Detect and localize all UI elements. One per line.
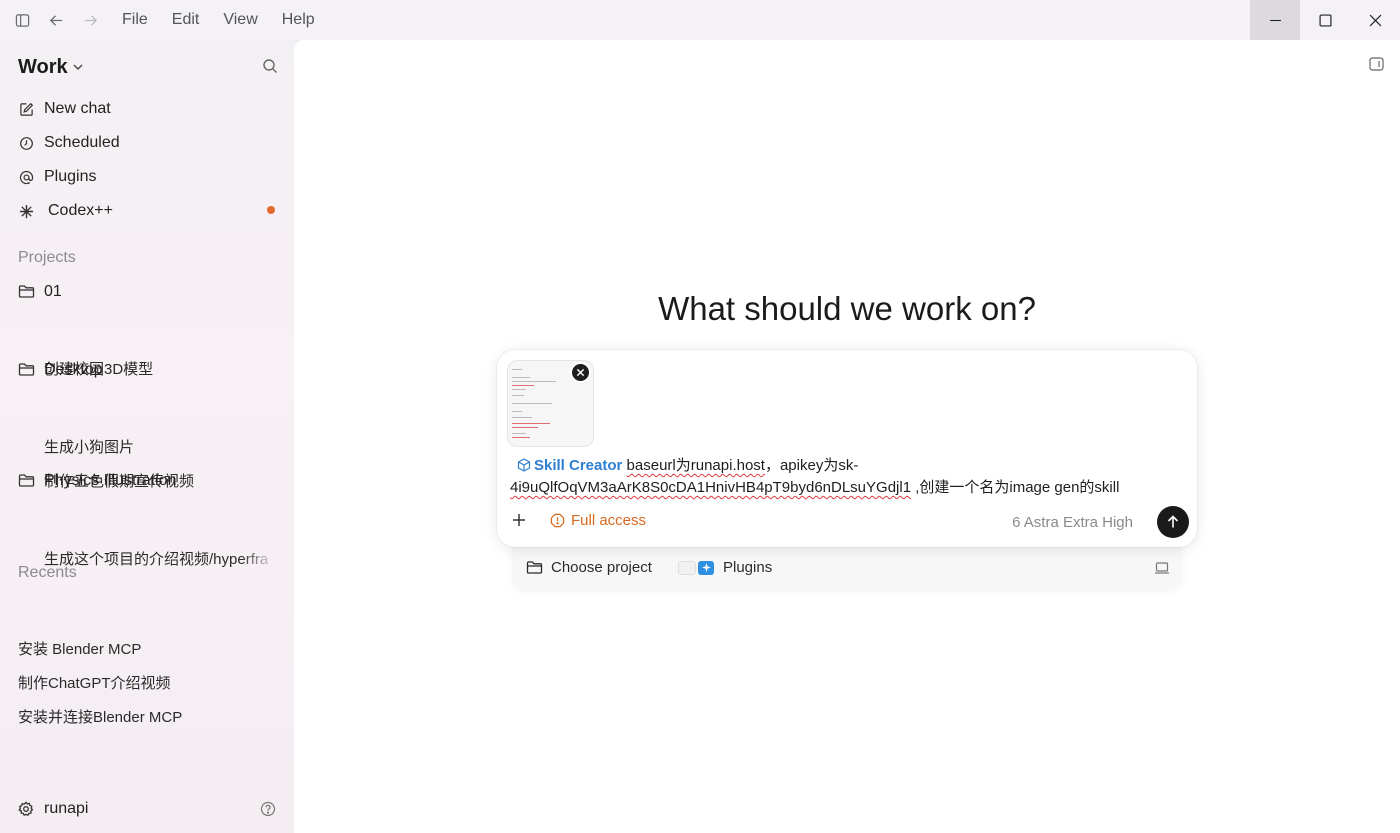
laptop-icon[interactable] [1154, 561, 1170, 575]
cube-icon [517, 457, 531, 472]
search-icon[interactable] [262, 58, 278, 79]
folder-icon [18, 284, 35, 301]
forward-arrow-icon[interactable] [73, 0, 107, 40]
nav-codex-label: Codex++ [48, 202, 113, 219]
window-controls [1250, 0, 1400, 40]
page-title: What should we work on? [658, 290, 1036, 327]
sparkle-icon [698, 560, 714, 575]
help-icon[interactable] [260, 801, 276, 817]
skill-chip-label: Skill Creator [534, 457, 623, 474]
warning-icon [550, 513, 565, 528]
sidebar: Work New chat Scheduled Plugins Codex++ … [0, 40, 294, 833]
close-button[interactable] [1350, 0, 1400, 40]
project-physics-illustration[interactable]: Physics Illustration [18, 469, 177, 493]
add-attachment-button[interactable] [511, 512, 531, 532]
send-button[interactable] [1157, 506, 1189, 538]
recent-item[interactable]: 安装并连接Blender MCP [18, 706, 182, 727]
model-selector[interactable]: 6 Astra Extra High [1012, 514, 1133, 531]
remove-attachment-button[interactable] [570, 362, 591, 383]
user-name: runapi [44, 800, 89, 817]
workspace-name: Work [18, 55, 68, 78]
chevron-down-icon [72, 61, 84, 73]
clock-icon [18, 135, 35, 152]
recent-item[interactable]: 安装 Blender MCP [18, 638, 141, 659]
plugins-button[interactable]: Plugins [678, 559, 772, 576]
projects-label: Projects [18, 249, 76, 266]
prompt-input[interactable]: Skill Creator baseurl为runapi.host，apikey… [510, 455, 1160, 499]
maximize-button[interactable] [1300, 0, 1350, 40]
back-arrow-icon[interactable] [39, 0, 73, 40]
sidebar-toggle-icon[interactable] [5, 0, 39, 40]
nav-scheduled[interactable]: Scheduled [18, 131, 120, 155]
composer-footer: Choose project Plugins [512, 546, 1182, 590]
nav-new-chat[interactable]: New chat [18, 97, 111, 121]
plugins-label: Plugins [723, 559, 773, 576]
nav-scheduled-label: Scheduled [44, 134, 120, 151]
prompt-text-part: 4i9uQlfOqVM3aArK8S0cDA1HnivHB4pT9byd6nDL… [510, 479, 912, 496]
menu-view[interactable]: View [211, 0, 269, 40]
thread-item[interactable]: 生成小狗图片 [44, 436, 276, 457]
gear-icon [18, 801, 34, 817]
recents-label: Recents [18, 564, 77, 581]
thread-item[interactable]: 生成这个项目的介绍视频/hyperfra [44, 548, 276, 569]
folder-icon [526, 560, 543, 575]
notification-dot [267, 206, 275, 214]
project-desktop-label: Desktop [44, 361, 103, 378]
user-settings[interactable]: runapi [18, 798, 276, 820]
project-desktop[interactable]: Desktop [18, 358, 103, 382]
project-01-label: 01 [44, 283, 62, 300]
at-sign-icon [18, 169, 35, 186]
recent-item[interactable]: 制作ChatGPT介绍视频 [18, 672, 171, 693]
edit-icon [18, 101, 35, 118]
composer[interactable]: Skill Creator baseurl为runapi.host，apikey… [497, 350, 1197, 547]
nav-new-chat-label: New chat [44, 100, 111, 117]
access-level-label: Full access [571, 512, 647, 529]
project-physics-label: Physics Illustration [44, 472, 177, 489]
folder-icon [18, 362, 35, 379]
menu-help[interactable]: Help [270, 0, 327, 40]
skill-chip[interactable]: Skill Creator [517, 457, 622, 474]
asterisk-icon [18, 203, 35, 220]
project-01[interactable]: 01 [18, 280, 62, 304]
panel-toggle-icon[interactable] [1369, 57, 1384, 76]
nav-codex[interactable]: Codex++ [18, 199, 113, 223]
choose-project-label: Choose project [551, 559, 652, 576]
prompt-text-part: ,创建一个名为image gen的skill [911, 479, 1120, 496]
workspace-switcher[interactable]: Work [18, 54, 278, 80]
folder-icon [18, 473, 35, 490]
access-level-button[interactable]: Full access [550, 512, 646, 529]
prompt-text-part: ，apikey为sk- [764, 457, 859, 474]
nav-plugins-label: Plugins [44, 168, 97, 185]
minimize-button[interactable] [1250, 0, 1300, 40]
prompt-text-part: baseurl为runapi.host [626, 457, 765, 474]
choose-project-button[interactable]: Choose project [526, 559, 652, 576]
menu-file[interactable]: File [110, 0, 160, 40]
menu-edit[interactable]: Edit [160, 0, 212, 40]
title-bar: File Edit View Help [0, 0, 1400, 40]
nav-plugins[interactable]: Plugins [18, 165, 96, 189]
plugin-app-icon [678, 560, 696, 575]
